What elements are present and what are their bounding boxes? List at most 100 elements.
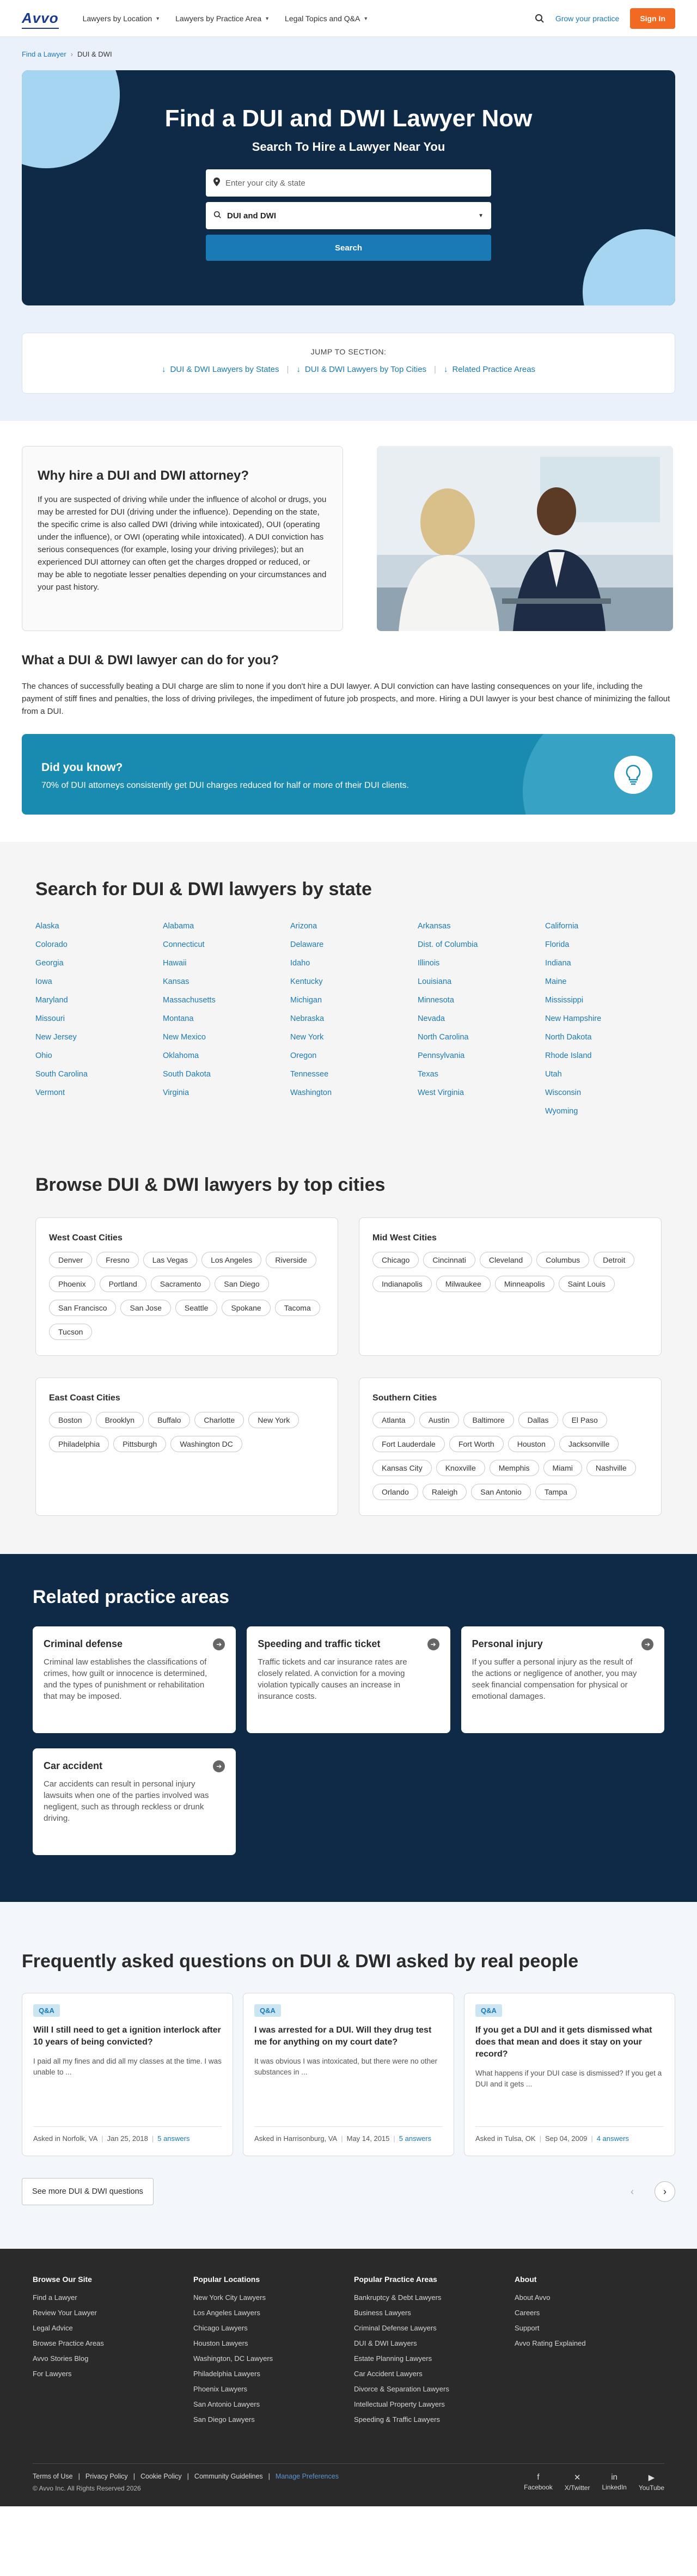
state-link[interactable]: Maryland [35, 996, 152, 1005]
city-chip[interactable]: Tacoma [274, 1300, 320, 1316]
city-chip[interactable]: Nashville [586, 1460, 636, 1476]
practice-card[interactable]: Personal injury If you suffer a personal … [461, 1626, 664, 1733]
state-link[interactable]: West Virginia [418, 1088, 534, 1097]
footer-link[interactable]: Browse Practice Areas [33, 2339, 182, 2347]
sign-in-button[interactable]: Sign In [630, 8, 675, 29]
state-link[interactable]: Oklahoma [163, 1051, 279, 1060]
state-link[interactable]: Delaware [290, 940, 407, 949]
city-chip[interactable]: Baltimore [463, 1412, 514, 1428]
state-link[interactable]: Wisconsin [545, 1088, 662, 1097]
practice-area-select[interactable]: DUI and DWI ▼ [206, 202, 491, 229]
city-chip[interactable]: Columbus [536, 1252, 590, 1268]
chevron-right-icon[interactable]: › [655, 2181, 675, 2202]
state-link[interactable]: South Carolina [35, 1070, 152, 1079]
footer-link[interactable]: Los Angeles Lawyers [193, 2309, 343, 2317]
faq-question[interactable]: If you get a DUI and it gets dismissed w… [475, 2024, 664, 2060]
state-link[interactable]: Arizona [290, 922, 407, 931]
state-link[interactable]: Montana [163, 1014, 279, 1023]
city-chip[interactable]: Boston [49, 1412, 91, 1428]
city-chip[interactable]: Phoenix [49, 1276, 95, 1292]
state-link[interactable]: California [545, 922, 662, 931]
footer-link[interactable]: New York City Lawyers [193, 2293, 343, 2302]
footer-link[interactable]: Washington, DC Lawyers [193, 2354, 343, 2363]
state-link[interactable]: Missouri [35, 1014, 152, 1023]
state-link[interactable]: Colorado [35, 940, 152, 949]
footer-link[interactable]: Chicago Lawyers [193, 2324, 343, 2332]
state-link[interactable]: Minnesota [418, 996, 534, 1005]
city-chip[interactable]: Tucson [49, 1324, 93, 1340]
city-chip[interactable]: Detroit [594, 1252, 635, 1268]
city-chip[interactable]: Austin [419, 1412, 459, 1428]
state-link[interactable]: Michigan [290, 996, 407, 1005]
practice-card[interactable]: Car accident Car accidents can result in … [33, 1748, 236, 1855]
footer-link[interactable]: Intellectual Property Lawyers [354, 2400, 504, 2408]
city-chip[interactable]: Dallas [518, 1412, 558, 1428]
faq-card[interactable]: Q&A Will I still need to get a ignition i… [22, 1993, 233, 2156]
state-link[interactable]: New Mexico [163, 1033, 279, 1042]
city-chip[interactable]: Minneapolis [494, 1276, 554, 1292]
city-chip[interactable]: Indianapolis [372, 1276, 432, 1292]
state-link[interactable]: Nevada [418, 1014, 534, 1023]
youtube-link[interactable]: ▶ YouTube [639, 2473, 664, 2492]
city-chip[interactable]: Tampa [535, 1484, 577, 1500]
grow-practice-link[interactable]: Grow your practice [555, 14, 619, 23]
city-chip[interactable]: Charlotte [194, 1412, 244, 1428]
state-link[interactable]: Utah [545, 1070, 662, 1079]
city-chip[interactable]: Atlanta [372, 1412, 415, 1428]
manage-preferences-link[interactable]: Manage Preferences [276, 2473, 339, 2480]
jump-link-states[interactable]: ↓ DUI & DWI Lawyers by States [162, 365, 279, 374]
footer-link[interactable]: Philadelphia Lawyers [193, 2370, 343, 2378]
state-link[interactable]: Idaho [290, 959, 407, 968]
faq-answers-link[interactable]: 4 answers [597, 2134, 629, 2143]
city-chip[interactable]: Orlando [372, 1484, 418, 1500]
state-link[interactable]: North Carolina [418, 1033, 534, 1042]
footer-link[interactable]: About Avvo [515, 2293, 664, 2302]
twitter-link[interactable]: ✕ X/Twitter [565, 2473, 590, 2492]
state-link[interactable]: Tennessee [290, 1070, 407, 1079]
city-chip[interactable]: Saint Louis [558, 1276, 615, 1292]
state-link[interactable]: Maine [545, 977, 662, 986]
linkedin-link[interactable]: in LinkedIn [602, 2473, 626, 2492]
city-chip[interactable]: Memphis [489, 1460, 539, 1476]
nav-legal-topics[interactable]: Legal Topics and Q&A ▼ [285, 14, 368, 23]
city-chip[interactable]: San Jose [120, 1300, 171, 1316]
state-link[interactable]: Dist. of Columbia [418, 940, 534, 949]
state-link[interactable]: Wyoming [545, 1107, 662, 1116]
city-chip[interactable]: Miami [543, 1460, 582, 1476]
footer-link[interactable]: Houston Lawyers [193, 2339, 343, 2347]
jump-link-practice-areas[interactable]: ↓ Related Practice Areas [444, 365, 535, 374]
faq-question[interactable]: Will I still need to get a ignition inte… [33, 2024, 222, 2048]
city-chip[interactable]: Fort Worth [449, 1436, 504, 1452]
state-link[interactable]: Nebraska [290, 1014, 407, 1023]
footer-link[interactable]: Car Accident Lawyers [354, 2370, 504, 2378]
footer-link[interactable]: Phoenix Lawyers [193, 2385, 343, 2393]
chevron-left-icon[interactable]: ‹ [622, 2181, 643, 2202]
state-link[interactable]: Hawaii [163, 959, 279, 968]
state-link[interactable]: New Jersey [35, 1033, 152, 1042]
faq-card[interactable]: Q&A If you get a DUI and it gets dismisse… [464, 1993, 675, 2156]
state-link[interactable]: Ohio [35, 1051, 152, 1060]
state-link[interactable]: Texas [418, 1070, 534, 1079]
jump-link-cities[interactable]: ↓ DUI & DWI Lawyers by Top Cities [296, 365, 426, 374]
city-chip[interactable]: San Francisco [49, 1300, 117, 1316]
footer-link[interactable]: Criminal Defense Lawyers [354, 2324, 504, 2332]
city-chip[interactable]: Cleveland [479, 1252, 533, 1268]
city-chip[interactable]: Denver [49, 1252, 93, 1268]
see-more-questions-button[interactable]: See more DUI & DWI questions [22, 2178, 154, 2205]
city-chip[interactable]: Sacramento [150, 1276, 211, 1292]
city-chip[interactable]: New York [248, 1412, 299, 1428]
state-link[interactable]: South Dakota [163, 1070, 279, 1079]
state-link[interactable]: New York [290, 1033, 407, 1042]
state-link[interactable]: Arkansas [418, 922, 534, 931]
faq-card[interactable]: Q&A I was arrested for a DUI. Will they d… [243, 1993, 454, 2156]
city-chip[interactable]: Brooklyn [95, 1412, 144, 1428]
city-chip[interactable]: Raleigh [422, 1484, 467, 1500]
city-chip[interactable]: Spokane [222, 1300, 271, 1316]
search-icon[interactable] [535, 14, 545, 23]
faq-answers-link[interactable]: 5 answers [157, 2134, 189, 2143]
city-chip[interactable]: Jacksonville [559, 1436, 619, 1452]
footer-link[interactable]: Legal Advice [33, 2324, 182, 2332]
city-chip[interactable]: Milwaukee [436, 1276, 491, 1292]
city-chip[interactable]: Houston [508, 1436, 555, 1452]
avvo-logo[interactable]: Avvo [22, 10, 59, 29]
